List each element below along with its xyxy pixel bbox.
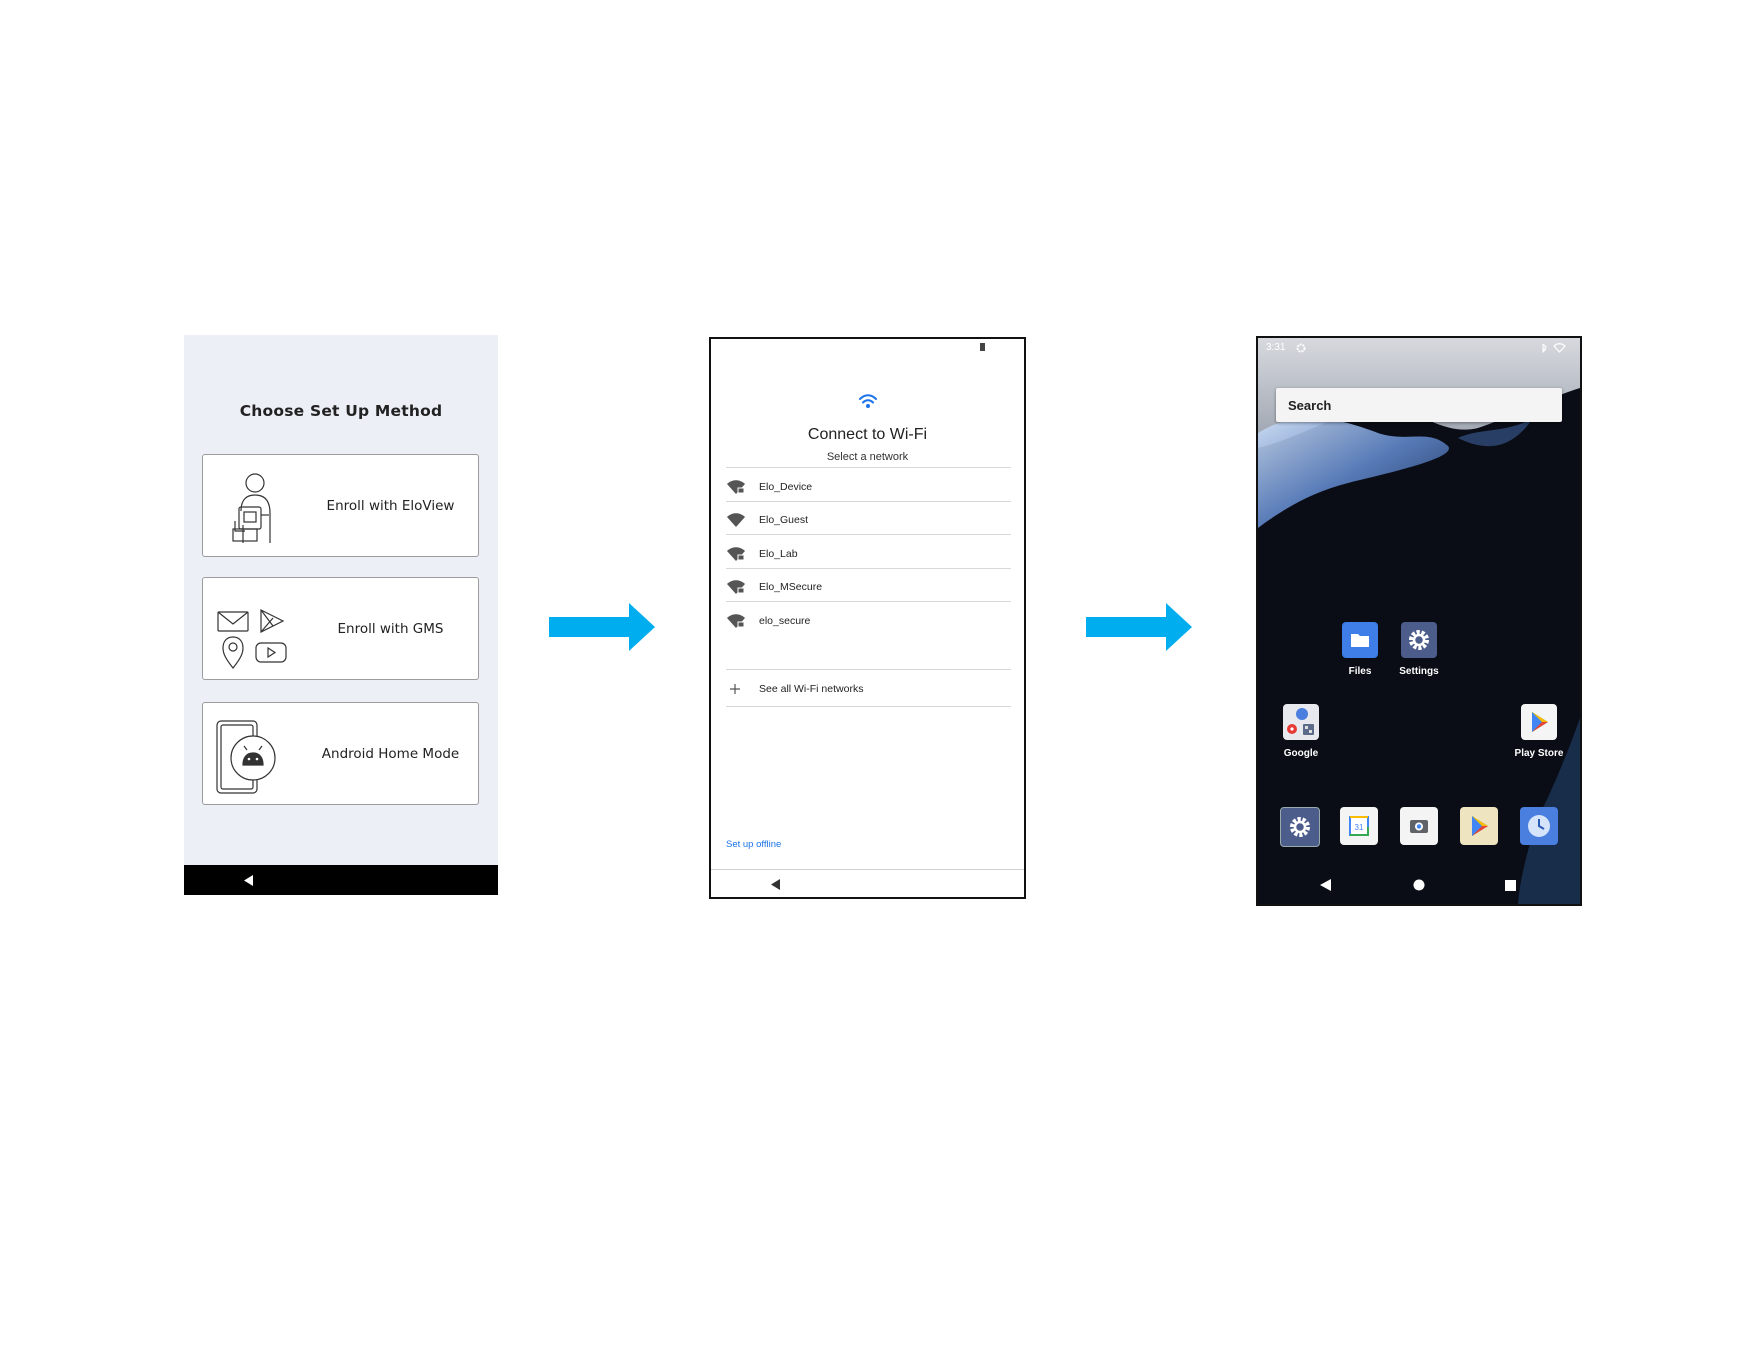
play-store-dock-icon[interactable] [1460,807,1498,845]
page-title: Connect to Wi-Fi [807,426,928,443]
enroll-eloview-option[interactable]: Enroll with EloView [202,454,479,557]
play-store-app[interactable]: Play Store [1509,704,1569,759]
network-name: Elo_MSecure [759,581,823,594]
see-all-networks[interactable]: See all Wi-Fi networks [726,669,1011,707]
files-app[interactable]: Files [1330,622,1390,677]
android-home-screen: 3:31 Search Files Settings Google Play S… [1256,336,1582,906]
network-name: Elo_Device [759,480,813,493]
app-label: Files [1348,666,1372,677]
wifi-lock-icon [727,614,745,628]
navigation-bar [184,865,498,895]
wifi-lock-icon [727,479,745,494]
dock-settings-icon[interactable] [1280,807,1320,847]
google-folder-icon [1283,704,1319,740]
wifi-icon [859,394,877,408]
recents-icon[interactable] [1505,880,1516,891]
status-time: 3:31 [1266,342,1286,353]
search-label: Search [1288,398,1332,413]
wifi-setup-screen: Connect to Wi-Fi Select a network Elo_De… [709,337,1026,899]
back-icon[interactable] [1320,879,1332,891]
wifi-network-row[interactable]: Elo_MSecure [726,567,1011,606]
option-label: Enroll with EloView [326,497,455,514]
settings-gear-icon [1401,622,1437,658]
app-label: Play Store [1514,748,1564,759]
app-label: Settings [1399,666,1439,677]
folder-icon [1342,622,1378,658]
nav-divider [711,869,1024,870]
back-icon[interactable] [244,875,254,886]
google-folder[interactable]: Google [1271,704,1331,759]
android-phone-icon [216,720,276,794]
person-tablet-icon [232,473,271,543]
android-home-mode-option[interactable]: Android Home Mode [202,702,479,805]
list-divider [726,706,1011,707]
wifi-network-row[interactable]: Elo_Device [726,467,1011,505]
option-label: Android Home Mode [321,745,460,762]
clock-icon[interactable] [1520,807,1558,845]
see-all-label: See all Wi-Fi networks [759,682,864,695]
wifi-signal-icon [727,513,745,528]
svg-text:31: 31 [1355,823,1364,832]
wifi-lock-icon [727,546,745,561]
option-label: Enroll with GMS [337,620,444,637]
screen-title: Choose Set Up Method [239,402,443,420]
gms-apps-icon [217,609,287,669]
arrow-right-icon [1086,603,1192,651]
play-store-icon [1521,704,1557,740]
camera-icon[interactable] [1400,807,1438,845]
setup-offline-link[interactable]: Set up offline [726,839,781,850]
app-label: Google [1283,748,1319,759]
enroll-gms-option[interactable]: Enroll with GMS [202,577,479,680]
gear-icon [1296,343,1306,353]
wifi-network-row[interactable]: Elo_Guest [726,500,1011,539]
home-icon[interactable] [1413,879,1425,891]
battery-icon [980,343,985,351]
network-name: Elo_Guest [759,514,809,527]
plus-icon [730,683,740,694]
wifi-network-row[interactable]: elo_secure [726,601,1011,639]
status-icons [1542,343,1566,353]
network-name: Elo_Lab [759,547,798,560]
search-bar[interactable]: Search [1276,388,1562,422]
page-subtitle: Select a network [826,451,909,463]
back-icon[interactable] [771,879,781,890]
network-name: elo_secure [759,614,811,627]
setup-method-screen: Choose Set Up Method Enroll with EloView [184,335,498,895]
wifi-lock-icon [727,580,745,595]
wifi-network-row[interactable]: Elo_Lab [726,534,1011,572]
settings-app[interactable]: Settings [1389,622,1449,677]
calendar-icon[interactable]: 31 [1340,807,1378,845]
arrow-right-icon [549,603,655,651]
